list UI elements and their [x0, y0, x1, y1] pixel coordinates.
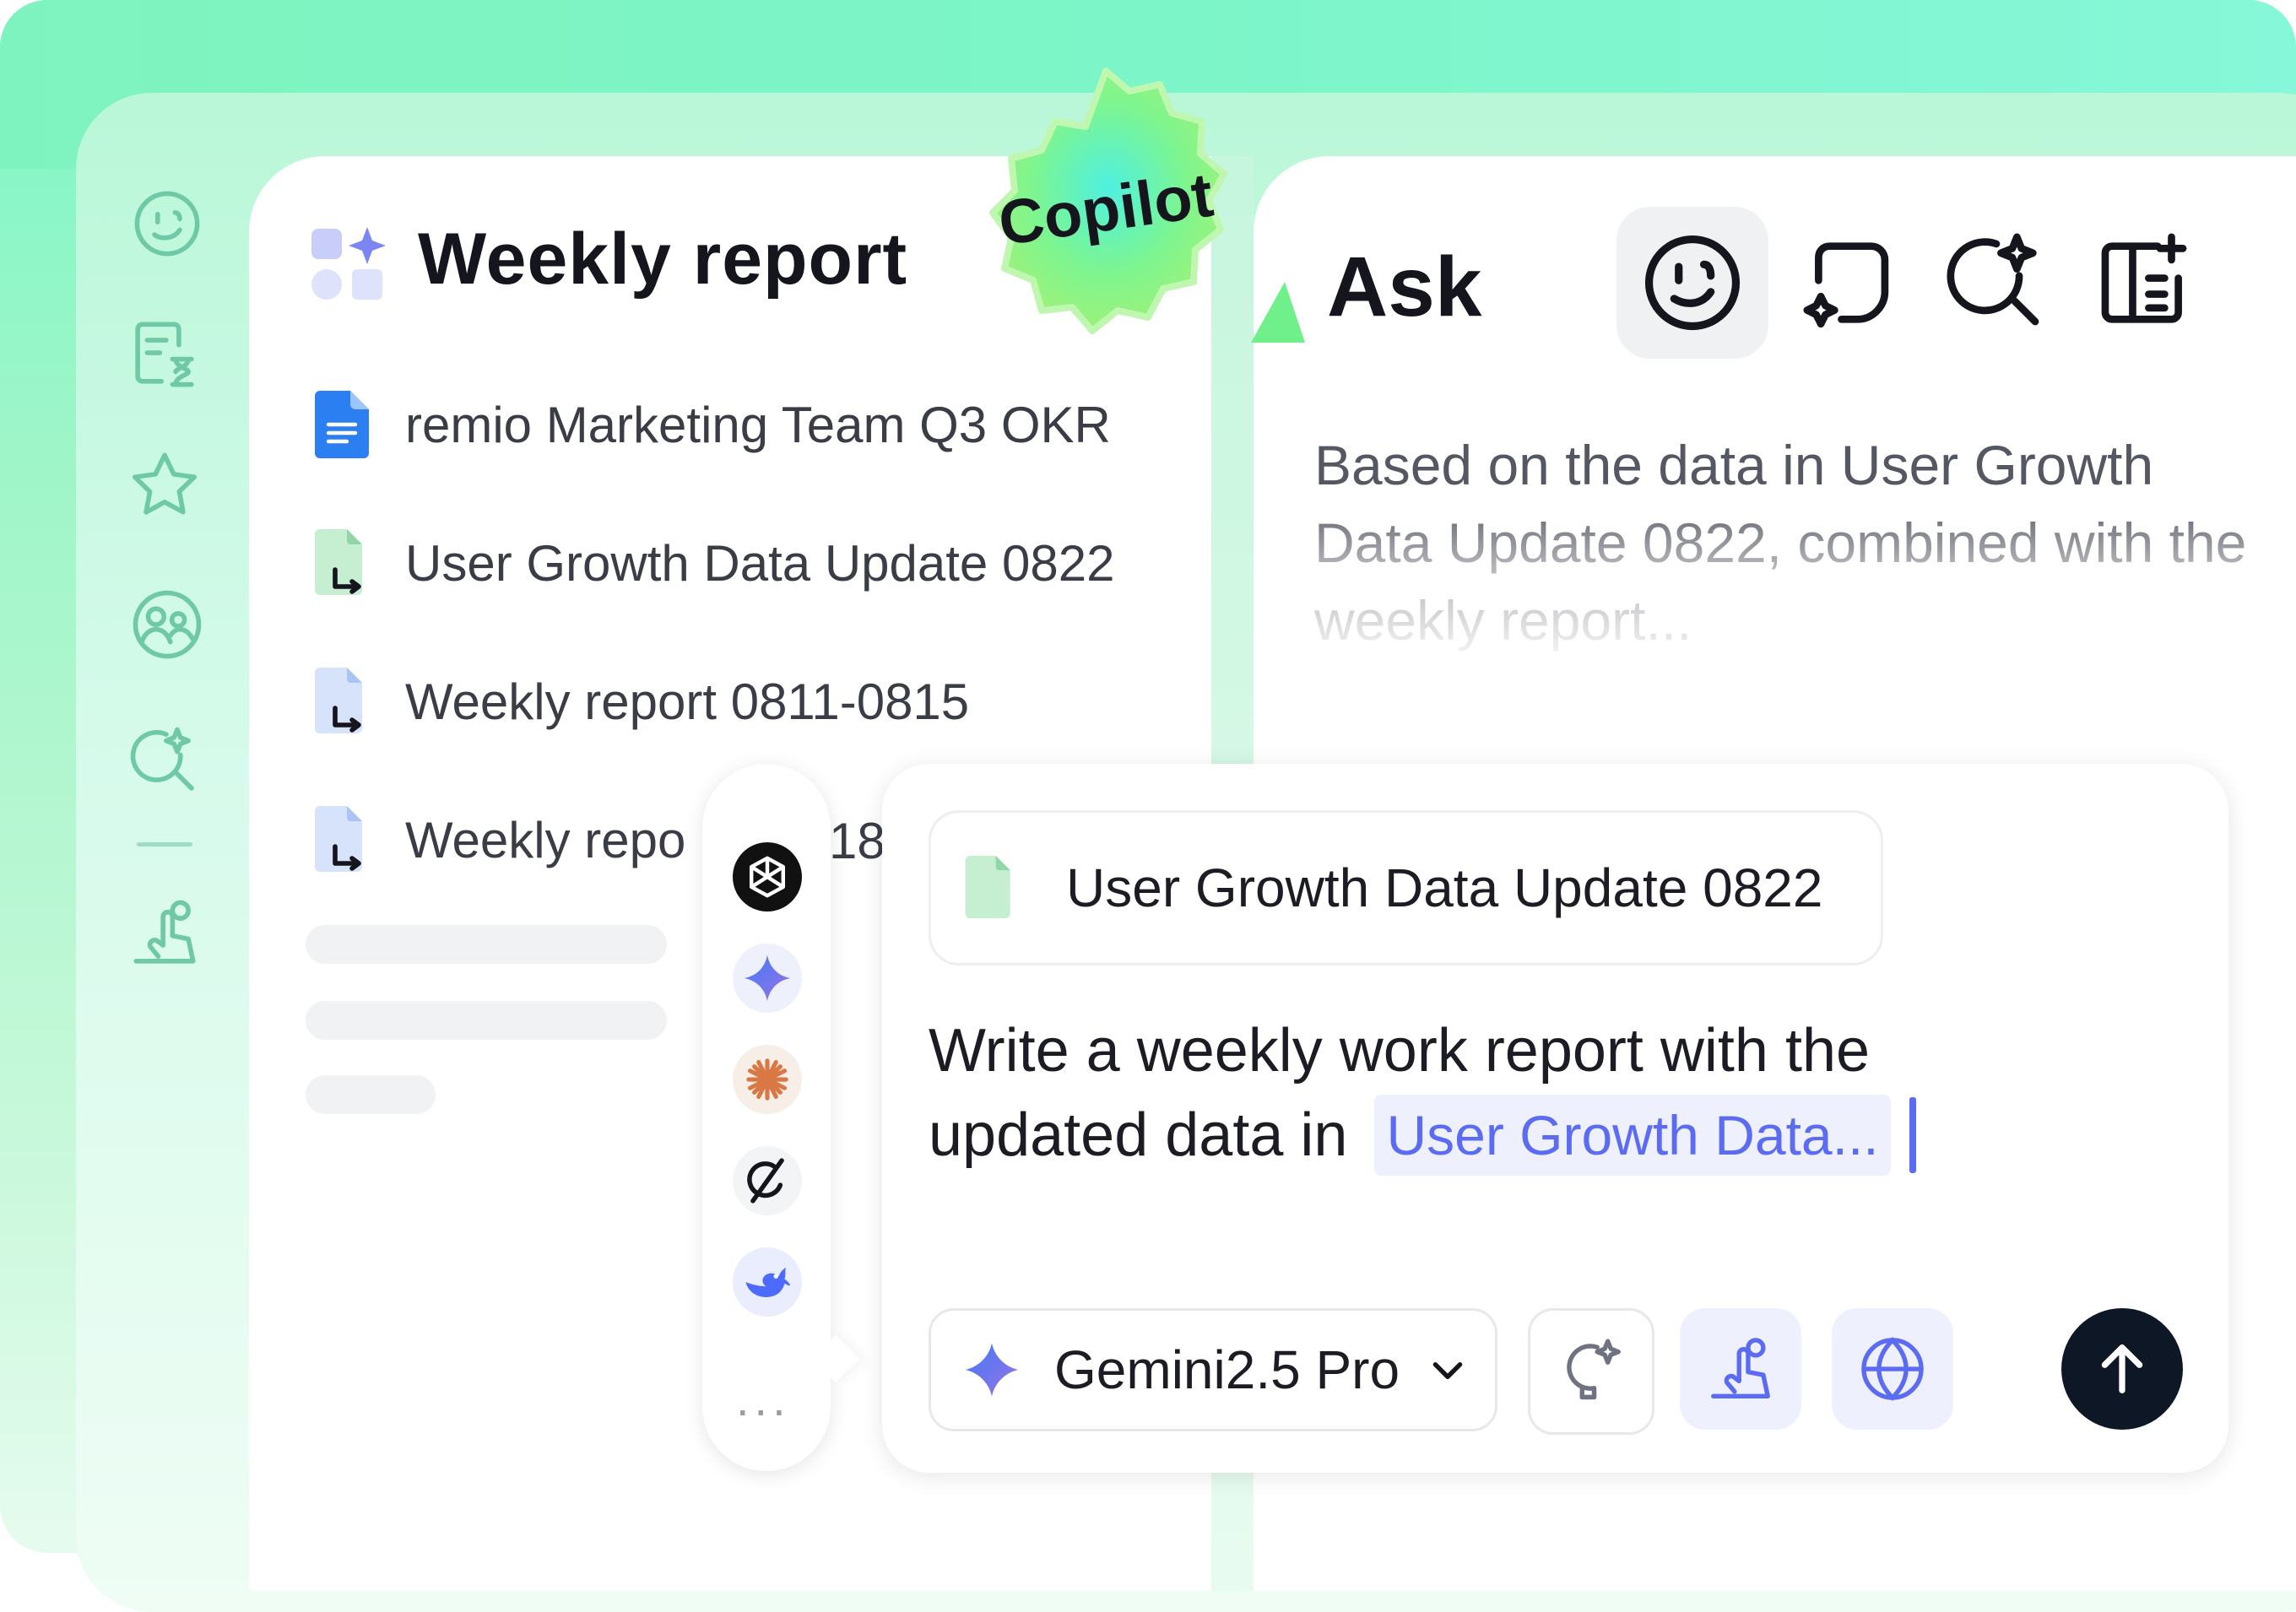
prompt-line: updated data in — [929, 1101, 1348, 1169]
ai-search-icon — [1947, 233, 2039, 326]
gemini-logo-icon — [965, 1343, 1019, 1397]
doc-label-tail: 18 — [829, 813, 885, 869]
deepseek-logo-icon[interactable] — [733, 1247, 802, 1317]
mention-chip[interactable]: User Growth Data... — [1374, 1095, 1891, 1176]
page-title: Weekly report — [418, 219, 908, 300]
skeleton-line — [306, 925, 667, 964]
doc-label: User Growth Data Update 0822 — [405, 534, 1115, 592]
text-caret — [1909, 1097, 1916, 1173]
arrow-up-icon — [2101, 1344, 2143, 1393]
model-selector-label: Gemini2.5 Pro — [1054, 1339, 1400, 1400]
cursor-click-icon — [1711, 1338, 1770, 1398]
click-tool-button[interactable] — [1680, 1308, 1801, 1430]
linked-sheet-icon — [315, 529, 362, 595]
prompt-line: Write a weekly work report with the — [929, 1017, 1871, 1085]
sidebar-divider — [137, 842, 192, 847]
globe-icon — [1861, 1337, 1924, 1401]
smile-face-icon[interactable] — [125, 181, 209, 266]
ask-title: Ask — [1327, 240, 1482, 334]
pointer-triangle-icon — [1251, 282, 1305, 343]
ai-search-button[interactable] — [1920, 207, 2072, 359]
linked-doc-icon — [315, 668, 362, 733]
panel-add-icon — [2101, 233, 2187, 323]
people-group-icon[interactable] — [125, 582, 209, 667]
attachment-chip[interactable]: User Growth Data Update 0822 — [929, 810, 1883, 966]
star-icon[interactable] — [122, 443, 207, 527]
answer-preview: Based on the data in User Growth Data Up… — [1314, 434, 2247, 652]
ai-note-icon — [1803, 242, 1889, 328]
ai-note-button[interactable] — [1777, 207, 1929, 359]
google-doc-icon — [315, 391, 369, 458]
chatgpt-logo-icon[interactable] — [733, 842, 802, 911]
list-item[interactable]: Weekly report 0811-0815 — [312, 663, 969, 739]
send-button[interactable] — [2061, 1308, 2183, 1430]
gemini-logo-icon[interactable] — [733, 944, 802, 1013]
apps-sparkle-icon — [311, 227, 386, 300]
cursor-click-icon[interactable] — [122, 890, 207, 975]
claude-logo-icon[interactable] — [733, 1045, 802, 1114]
model-selector[interactable]: Gemini2.5 Pro — [929, 1308, 1497, 1431]
more-models-button[interactable]: ... — [736, 1371, 791, 1426]
grok-logo-icon[interactable] — [733, 1146, 802, 1215]
skeleton-line — [306, 1075, 436, 1114]
doc-timer-icon[interactable] — [122, 311, 207, 395]
linked-doc-icon — [315, 806, 362, 872]
ai-search-icon[interactable] — [122, 719, 207, 803]
ask-face-icon — [1644, 235, 1741, 331]
list-item[interactable]: User Growth Data Update 0822 — [312, 525, 1114, 601]
deep-think-button[interactable] — [1528, 1308, 1654, 1435]
chevron-down-icon — [1432, 1362, 1463, 1380]
doc-label: remio Marketing Team Q3 OKR — [405, 396, 1111, 453]
bulb-sparkle-icon — [1567, 1339, 1621, 1400]
web-search-button[interactable] — [1832, 1308, 1953, 1430]
skeleton-line — [306, 1001, 667, 1040]
sheet-file-icon — [965, 856, 1010, 919]
list-item[interactable]: remio Marketing Team Q3 OKR — [312, 387, 1111, 463]
add-panel-button[interactable] — [2068, 207, 2220, 359]
ask-mode-button[interactable] — [1616, 207, 1768, 359]
list-item[interactable]: Weekly repo — [312, 802, 685, 878]
prompt-input[interactable]: Write a weekly work report with the upda… — [929, 1009, 2110, 1177]
attachment-label: User Growth Data Update 0822 — [1066, 857, 1823, 918]
doc-label: Weekly repo — [405, 811, 686, 868]
doc-label: Weekly report 0811-0815 — [405, 673, 970, 730]
